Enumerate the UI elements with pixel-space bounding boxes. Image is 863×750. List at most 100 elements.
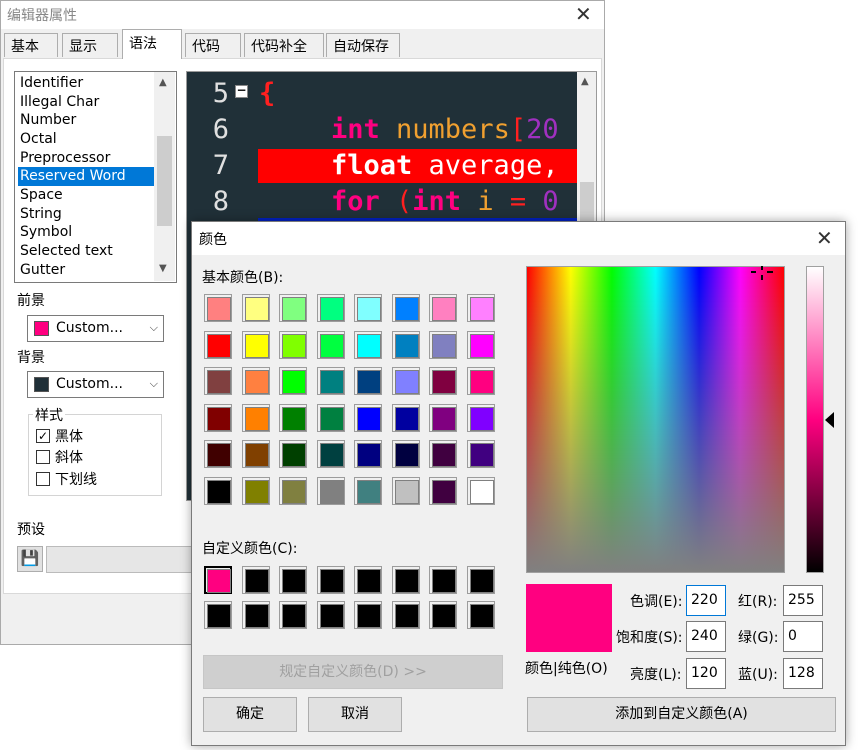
tab-code-completion[interactable]: 代码补全: [244, 33, 324, 57]
basic-color-swatch[interactable]: [466, 367, 495, 395]
basic-color-swatch[interactable]: [354, 367, 382, 395]
fold-minus-icon[interactable]: −: [235, 84, 248, 98]
basic-color-swatch[interactable]: [279, 330, 307, 359]
basic-color-swatch[interactable]: [316, 476, 345, 505]
custom-color-swatch[interactable]: [429, 601, 457, 629]
basic-color-swatch[interactable]: [241, 440, 270, 468]
list-scrollbar-thumb[interactable]: [157, 136, 172, 226]
custom-color-swatch[interactable]: [316, 601, 345, 629]
underline-checkbox[interactable]: [36, 472, 50, 486]
preset-select[interactable]: [46, 546, 206, 573]
close-icon[interactable]: ✕: [816, 228, 833, 248]
luminance-pointer-icon[interactable]: [825, 412, 834, 428]
custom-color-swatch[interactable]: [429, 566, 457, 594]
basic-color-swatch[interactable]: [204, 367, 232, 395]
bold-checkbox[interactable]: ✓: [36, 429, 50, 443]
basic-color-swatch[interactable]: [391, 403, 420, 432]
color-preview-swatch[interactable]: [526, 584, 612, 652]
italic-checkbox[interactable]: [36, 450, 50, 464]
basic-color-swatch[interactable]: [241, 476, 270, 505]
custom-color-swatch[interactable]: [391, 601, 420, 629]
define-custom-colors-button[interactable]: 规定自定义颜色(D) >>: [203, 655, 503, 689]
ok-button[interactable]: 确定: [203, 697, 297, 732]
basic-color-swatch[interactable]: [241, 294, 270, 322]
luminance-field[interactable]: 120: [686, 658, 726, 689]
list-item[interactable]: Selected text: [20, 242, 113, 261]
save-preset-icon[interactable]: 💾: [17, 546, 43, 572]
custom-color-swatch[interactable]: [279, 566, 307, 594]
basic-color-swatch[interactable]: [316, 440, 345, 468]
basic-color-swatch[interactable]: [429, 294, 457, 322]
basic-color-swatch[interactable]: [354, 476, 382, 505]
basic-color-swatch[interactable]: [466, 403, 495, 432]
tab-code[interactable]: 代码: [185, 33, 241, 57]
background-color-select[interactable]: Custom... ⌵: [27, 371, 164, 398]
basic-color-swatch[interactable]: [391, 476, 420, 505]
tab-basic[interactable]: 基本: [4, 33, 58, 57]
custom-color-swatch[interactable]: [241, 566, 270, 594]
basic-color-swatch[interactable]: [354, 330, 382, 359]
list-item[interactable]: Illegal Char: [20, 93, 99, 112]
scroll-up-icon[interactable]: ▲: [581, 76, 589, 87]
basic-color-swatch[interactable]: [241, 367, 270, 395]
basic-color-swatch[interactable]: [241, 403, 270, 432]
basic-color-swatch[interactable]: [391, 367, 420, 395]
custom-color-swatch[interactable]: [354, 566, 382, 594]
custom-color-swatch[interactable]: [204, 601, 232, 629]
close-icon[interactable]: ✕: [575, 4, 592, 24]
basic-color-swatch[interactable]: [316, 294, 345, 322]
basic-color-swatch[interactable]: [354, 440, 382, 468]
basic-color-swatch[interactable]: [279, 403, 307, 432]
basic-color-swatch[interactable]: [429, 403, 457, 432]
custom-color-swatch[interactable]: [466, 566, 495, 594]
custom-color-swatch[interactable]: [204, 566, 232, 594]
tab-autosave[interactable]: 自动保存: [326, 33, 400, 57]
basic-color-swatch[interactable]: [429, 476, 457, 505]
foreground-color-select[interactable]: Custom... ⌵: [27, 315, 164, 342]
basic-color-swatch[interactable]: [466, 330, 495, 359]
scroll-up-icon[interactable]: ▲: [159, 77, 167, 88]
custom-color-swatch[interactable]: [466, 601, 495, 629]
green-field[interactable]: 0: [783, 621, 823, 652]
red-field[interactable]: 255: [783, 585, 823, 616]
list-item[interactable]: Number: [20, 111, 76, 130]
basic-color-swatch[interactable]: [316, 330, 345, 359]
custom-color-swatch[interactable]: [391, 566, 420, 594]
hue-field[interactable]: 220: [686, 585, 726, 616]
list-item[interactable]: Preprocessor: [20, 149, 110, 168]
basic-color-swatch[interactable]: [391, 440, 420, 468]
basic-color-swatch[interactable]: [279, 367, 307, 395]
syntax-element-list[interactable]: Identifier Illegal Char Number Octal Pre…: [14, 71, 177, 283]
tab-syntax[interactable]: 语法: [122, 29, 182, 59]
basic-color-swatch[interactable]: [354, 294, 382, 322]
color-spectrum[interactable]: [526, 266, 785, 573]
list-item[interactable]: String: [20, 205, 62, 224]
basic-color-swatch[interactable]: [429, 367, 457, 395]
saturation-field[interactable]: 240: [686, 621, 726, 652]
tab-display[interactable]: 显示: [62, 33, 118, 57]
basic-color-swatch[interactable]: [279, 440, 307, 468]
blue-field[interactable]: 128: [783, 658, 823, 689]
cancel-button[interactable]: 取消: [308, 697, 402, 732]
basic-color-swatch[interactable]: [391, 330, 420, 359]
basic-color-swatch[interactable]: [466, 440, 495, 468]
basic-color-swatch[interactable]: [279, 294, 307, 322]
list-item[interactable]: Symbol: [20, 223, 72, 242]
list-item[interactable]: Gutter: [20, 261, 65, 280]
list-item[interactable]: Identifier: [20, 74, 83, 93]
custom-color-swatch[interactable]: [316, 566, 345, 594]
basic-color-swatch[interactable]: [429, 330, 457, 359]
basic-color-swatch[interactable]: [241, 330, 270, 359]
custom-color-swatch[interactable]: [354, 601, 382, 629]
basic-color-swatch[interactable]: [466, 476, 495, 505]
basic-color-swatch[interactable]: [429, 440, 457, 468]
luminance-bar[interactable]: [806, 266, 824, 573]
basic-color-swatch[interactable]: [204, 440, 232, 468]
list-item[interactable]: Space: [20, 186, 63, 205]
basic-color-swatch[interactable]: [354, 403, 382, 432]
list-item[interactable]: Octal: [20, 130, 57, 149]
basic-color-swatch[interactable]: [391, 294, 420, 322]
custom-color-swatch[interactable]: [241, 601, 270, 629]
basic-color-swatch[interactable]: [316, 403, 345, 432]
basic-color-swatch[interactable]: [204, 403, 232, 432]
